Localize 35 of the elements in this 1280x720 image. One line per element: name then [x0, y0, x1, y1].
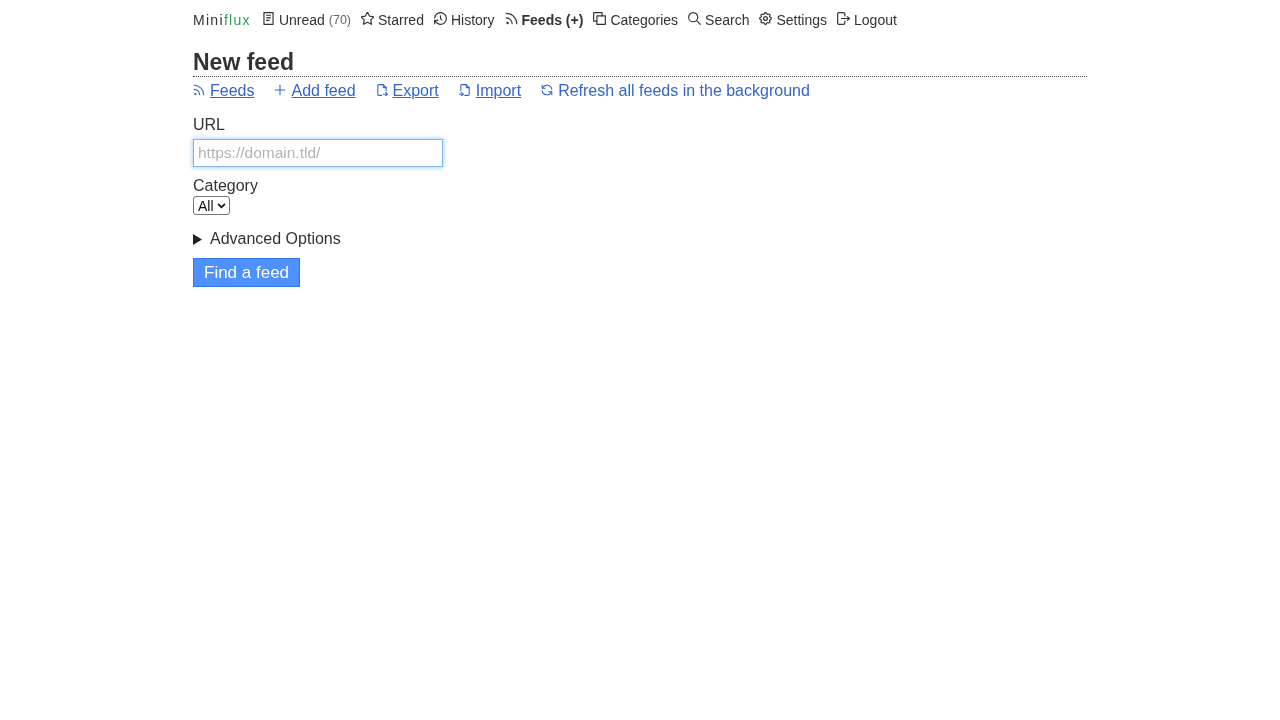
- chevron-down-icon: [216, 202, 226, 209]
- rss-icon: [193, 84, 205, 96]
- url-input[interactable]: https://domain.tld/: [193, 139, 443, 167]
- star-icon: [361, 11, 375, 25]
- logo-link[interactable]: Miniflux: [193, 10, 251, 30]
- menu-link[interactable]: Refresh all feeds in the background: [541, 81, 810, 101]
- menu-link[interactable]: Export: [375, 81, 439, 101]
- menu-link[interactable]: Feeds: [193, 81, 255, 101]
- stacked-squares-icon: [593, 11, 607, 25]
- nav-link[interactable]: Unread (70): [261, 10, 352, 30]
- nav-link[interactable]: Categories: [593, 10, 679, 30]
- logout-icon: [837, 11, 851, 25]
- nav-link[interactable]: Settings: [759, 10, 828, 30]
- file-import-icon: [458, 84, 471, 96]
- plus-icon: [274, 84, 287, 96]
- triangle-right-icon: [193, 233, 202, 245]
- document-icon: [261, 11, 275, 25]
- field-label: URL: [193, 115, 225, 135]
- nav-link[interactable]: Logout: [837, 10, 897, 30]
- settings-icon: [759, 11, 773, 25]
- menu-link[interactable]: Add feed: [274, 81, 356, 101]
- rss-icon: [504, 11, 518, 25]
- refresh-icon: [541, 84, 554, 96]
- menu-link[interactable]: Import: [458, 81, 522, 101]
- field-label: Category: [193, 176, 258, 196]
- advanced-options-toggle[interactable]: Advanced Options: [193, 229, 341, 249]
- page-title: New feed: [193, 48, 294, 76]
- file-export-icon: [375, 84, 388, 96]
- nav-link[interactable]: History: [433, 10, 495, 30]
- category-select[interactable]: All: [193, 196, 230, 215]
- nav-link[interactable]: Feeds (+): [504, 10, 584, 30]
- nav-link[interactable]: Starred: [361, 10, 424, 30]
- history-icon: [433, 11, 447, 25]
- search-icon: [688, 11, 702, 25]
- nav-link[interactable]: Search: [688, 10, 750, 30]
